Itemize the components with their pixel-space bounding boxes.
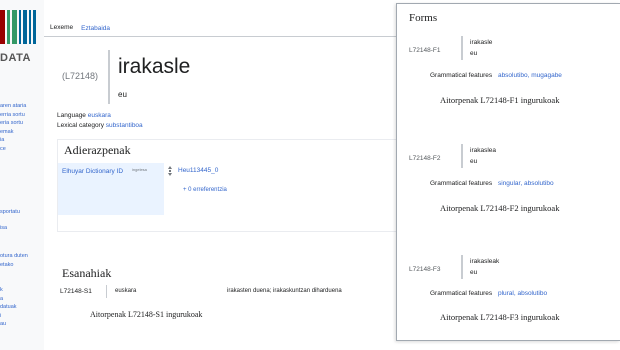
statement-value-link[interactable]: Heu113445_0 [178,167,218,174]
grammatical-features-label: Grammatical features [430,290,493,297]
senses-heading: Esanahiak [62,266,112,280]
grammatical-features-row: Grammatical features plural, absolutibo [430,290,547,297]
form-claims-heading: Aitorpenak L72148-F1 ingurukoak [440,95,560,105]
sense-gloss: irakasten duena; irakaskuntzan diharduen… [227,288,342,294]
tab-discussion[interactable]: Eztabaida [77,25,114,36]
form-item: L72148-F3 irakasleak eu Grammatical feat… [397,253,620,343]
sidebar-item[interactable]: i [0,312,44,321]
form-divider [461,255,463,279]
language-label: Language [57,112,86,119]
logo-text: DATA [0,52,31,64]
category-label: Lexical category [57,122,104,129]
sidebar-item[interactable]: aren ataria [0,102,44,111]
statement-property: Elhuyar Dictionary ID ingelesa [58,163,164,215]
sidebar-nav-tools: otura duten etako [0,252,44,269]
forms-panel: Forms L72148-F1 irakasle eu Grammatical … [396,3,620,341]
sidebar-nav-main: aren ataria erria sortu eria sortu emak … [0,102,44,153]
grammatical-features-links[interactable]: plural, absolutibo [498,290,547,297]
grammatical-features-row: Grammatical features absolutibo, mugagab… [430,72,562,79]
grammatical-features-label: Grammatical features [430,180,493,187]
sidebar-item[interactable]: emak [0,128,44,137]
form-id: L72148-F2 [409,155,441,162]
lexeme-id: (L72148) [62,71,99,81]
category-row: Lexical category substantiboa [57,122,143,129]
rank-icon[interactable] [168,166,172,176]
form-divider [461,144,463,168]
sidebar-item[interactable]: isa [0,224,44,233]
sidebar-item[interactable]: datuak [0,303,44,312]
sidebar-item[interactable]: k [0,286,44,295]
language-row: Language euskara [57,112,111,119]
sidebar-item[interactable]: ia [0,136,44,145]
sidebar-item[interactable]: otura duten [0,252,44,261]
grammatical-features-label: Grammatical features [430,72,493,79]
sidebar-item[interactable]: au [0,320,44,329]
form-item: L72148-F2 irakaslea eu Grammatical featu… [397,142,620,232]
tab-divider [44,36,404,37]
lemma-title: irakasle [118,55,191,78]
sense-id: L72148-S1 [60,288,92,295]
barcode-logo-icon [0,10,36,44]
lemma-language: eu [118,90,127,99]
language-link[interactable]: euskara [88,112,111,119]
form-id: L72148-F1 [409,47,441,54]
sidebar-item[interactable]: sportatu [0,208,44,217]
form-claims-heading: Aitorpenak L72148-F2 ingurukoak [440,203,560,213]
tab-lexeme[interactable]: Lexeme [46,24,78,36]
form-language: eu [470,50,478,57]
sidebar-item[interactable]: etako [0,261,44,270]
grammatical-features-links[interactable]: singular, absolutibo [498,180,554,187]
form-claims-heading: Aitorpenak L72148-F3 ingurukoak [440,312,560,322]
property-language: ingelesa [132,167,147,172]
form-representation: irakasle [470,39,493,46]
form-divider [461,36,463,60]
form-representation: irakasleak [470,258,500,265]
sidebar-item[interactable]: eria sortu [0,119,44,128]
grammatical-features-row: Grammatical features singular, absolutib… [430,180,554,187]
sidebar-nav-bottom: k a datuak i au [0,286,44,329]
form-id: L72148-F3 [409,266,441,273]
references-toggle[interactable]: + 0 erreferentzia [183,187,227,193]
form-item: L72148-F1 irakasle eu Grammatical featur… [397,34,620,124]
sidebar: DATA aren ataria erria sortu eria sortu … [0,0,44,350]
category-link[interactable]: substantiboa [106,122,143,129]
sidebar-item[interactable]: a [0,295,44,304]
forms-heading: Forms [409,12,438,24]
sidebar-nav-print: sportatu isa [0,208,44,232]
sidebar-item[interactable]: ce [0,145,44,154]
wikidata-logo[interactable]: DATA [0,10,40,66]
form-representation: irakaslea [470,147,497,154]
grammatical-features-links[interactable]: absolutibo, mugagabe [498,72,562,79]
sidebar-item[interactable]: erria sortu [0,111,44,120]
gloss-language: euskara [115,288,137,294]
form-language: eu [470,158,478,165]
form-language: eu [470,269,478,276]
property-link[interactable]: Elhuyar Dictionary ID [62,168,123,175]
sense-claims-heading: Aitorpenak L72148-S1 ingurukoak [90,310,203,319]
lemma-divider [108,50,110,104]
statements-heading: Adierazpenak [64,143,131,157]
page-tabs: Lexeme Eztabaida [46,18,114,36]
sense-divider [106,285,107,298]
